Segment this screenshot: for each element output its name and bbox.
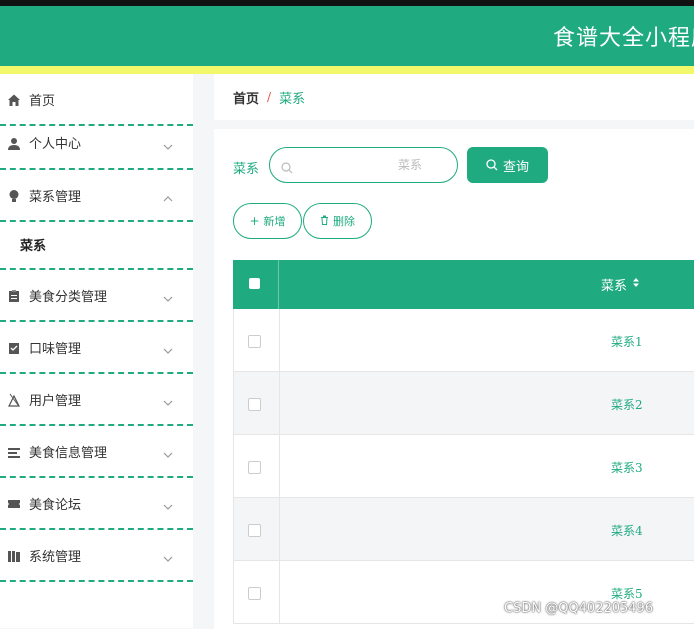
column-header-label: 菜系 [601, 279, 628, 294]
sidebar-item-cuisine-manage[interactable]: 菜系管理 [0, 170, 193, 222]
add-button-label: 新增 [263, 215, 286, 228]
cell-cuisine: 菜系3 [611, 461, 643, 475]
table-header: 菜系 [233, 260, 694, 309]
table-row: 菜系2 [233, 372, 694, 435]
sidebar-item-label: 菜系管理 [29, 189, 82, 205]
sidebar-item-label: 系统管理 [29, 549, 82, 565]
search-input[interactable] [300, 154, 450, 176]
cell-cuisine: 菜系4 [611, 524, 643, 538]
row-checkbox[interactable] [248, 461, 261, 474]
breadcrumb-home[interactable]: 首页 [233, 88, 259, 107]
row-checkbox[interactable] [248, 524, 261, 537]
query-button-label: 查询 [502, 159, 529, 175]
cell-cuisine: 菜系2 [611, 398, 643, 412]
breadcrumb: 首页 / 菜系 [214, 74, 694, 120]
breadcrumb-current: 菜系 [279, 91, 306, 107]
plus-icon: + [249, 214, 260, 228]
search-label: 菜系 [233, 162, 260, 177]
search-icon [486, 159, 498, 171]
table-row: 菜系4 [233, 498, 694, 561]
sidebar-item-category-manage[interactable]: 美食分类管理 [0, 270, 193, 322]
list-icon [7, 444, 21, 458]
chevron-down-icon [163, 497, 173, 510]
breadcrumb-separator: / [267, 90, 272, 104]
book-icon [7, 548, 21, 562]
watermark: CSDN @QQ402205496 [504, 601, 654, 616]
bulb-icon [7, 188, 21, 202]
content-panel: 菜系 查询 + 新增 删除 [214, 129, 694, 629]
clipboard-icon [7, 288, 21, 302]
sidebar-item-profile[interactable]: 个人中心 [0, 117, 193, 170]
row-check-cell [234, 561, 280, 623]
delete-button-label: 删除 [333, 215, 355, 228]
select-all-cell [233, 260, 279, 309]
ticket-icon [7, 496, 21, 510]
chevron-down-icon [163, 445, 173, 458]
sidebar-item-label: 用户管理 [29, 393, 82, 409]
query-button[interactable]: 查询 [467, 147, 548, 183]
sidebar-item-label: 首页 [29, 93, 56, 109]
row-checkbox[interactable] [248, 587, 261, 600]
row-check-cell [234, 435, 280, 497]
chevron-down-icon [163, 549, 173, 562]
row-checkbox[interactable] [248, 398, 261, 411]
sidebar-item-label: 美食信息管理 [29, 445, 108, 461]
header-stripe [0, 66, 694, 74]
sidebar-item-label: 口味管理 [29, 341, 82, 357]
user-manage-icon [7, 392, 21, 407]
row-check-cell [234, 498, 280, 560]
cell-cuisine: 菜系5 [611, 587, 643, 601]
sidebar-item-user-manage[interactable]: 用户管理 [0, 374, 193, 426]
sidebar-item-food-forum[interactable]: 美食论坛 [0, 478, 193, 530]
app-title: 食谱大全小程序 [553, 26, 694, 51]
chevron-down-icon [163, 393, 173, 406]
table-row: 菜系3 [233, 435, 694, 498]
sidebar: 首页 个人中心 菜系管理 菜系 美食分类管理 口味管理 用户管理 美食信息管理 … [0, 74, 193, 628]
sidebar-item-food-info-manage[interactable]: 美食信息管理 [0, 426, 193, 478]
column-header-cuisine[interactable]: 菜系 [601, 275, 640, 294]
sidebar-item-label: 美食分类管理 [29, 289, 108, 305]
row-check-cell [234, 309, 280, 371]
delete-button[interactable]: 删除 [303, 203, 372, 239]
trash-icon [320, 214, 329, 228]
search-icon [281, 159, 293, 174]
table-row: 菜系1 [233, 309, 694, 372]
chevron-up-icon [163, 189, 173, 202]
sidebar-item-label: 个人中心 [29, 137, 82, 152]
select-all-checkbox[interactable] [249, 278, 260, 289]
user-icon [7, 136, 21, 150]
sidebar-item-label: 美食论坛 [29, 497, 82, 513]
home-icon [7, 92, 21, 106]
sidebar-item-system-manage[interactable]: 系统管理 [0, 530, 193, 582]
row-check-cell [234, 372, 280, 434]
cell-cuisine: 菜系1 [611, 335, 643, 349]
sidebar-item-flavor-manage[interactable]: 口味管理 [0, 322, 193, 374]
chevron-down-icon [163, 341, 173, 354]
add-button[interactable]: + 新增 [233, 203, 302, 239]
chevron-down-icon [163, 289, 173, 302]
sort-icon[interactable] [632, 277, 640, 292]
app-header: 食谱大全小程序 [0, 6, 694, 66]
sidebar-subitem-cuisine[interactable]: 菜系 [0, 220, 193, 270]
main-content: 首页 / 菜系 菜系 查询 + 新增 删除 [214, 74, 694, 629]
checklist-icon [7, 340, 21, 354]
chevron-down-icon [163, 137, 173, 150]
search-box [269, 147, 458, 183]
row-checkbox[interactable] [248, 335, 261, 348]
